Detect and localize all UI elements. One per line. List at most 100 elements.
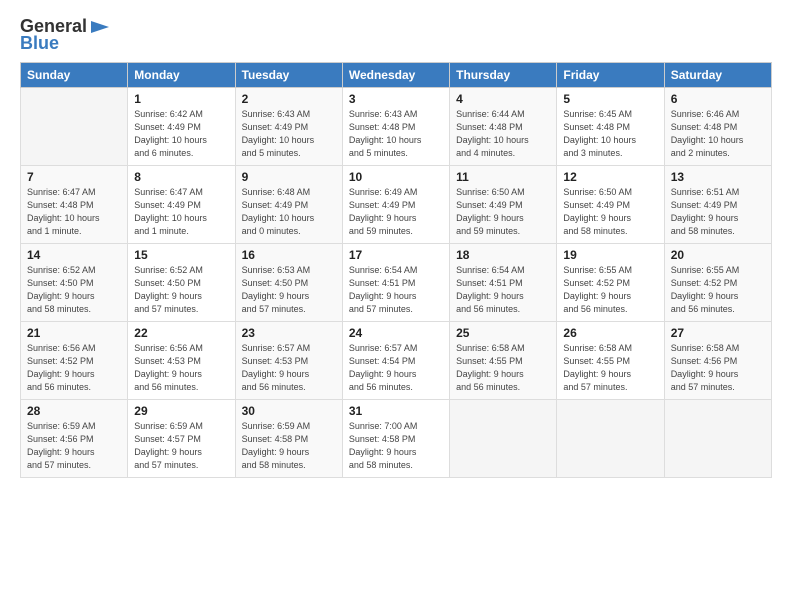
logo: General Blue [20, 16, 111, 54]
day-info: Sunrise: 6:52 AM Sunset: 4:50 PM Dayligh… [27, 264, 121, 316]
day-number: 31 [349, 404, 443, 418]
week-row-5: 28 Sunrise: 6:59 AM Sunset: 4:56 PM Dayli… [21, 400, 772, 478]
day-info: Sunrise: 6:49 AM Sunset: 4:49 PM Dayligh… [349, 186, 443, 238]
day-info: Sunrise: 6:59 AM Sunset: 4:58 PM Dayligh… [242, 420, 336, 472]
day-info: Sunrise: 6:52 AM Sunset: 4:50 PM Dayligh… [134, 264, 228, 316]
calendar-cell [21, 88, 128, 166]
day-number: 10 [349, 170, 443, 184]
calendar-cell: 16Sunrise: 6:53 AM Sunset: 4:50 PM Dayli… [235, 244, 342, 322]
week-row-4: 21Sunrise: 6:56 AM Sunset: 4:52 PM Dayli… [21, 322, 772, 400]
day-number: 28 [27, 404, 121, 418]
day-info: Sunrise: 6:58 AM Sunset: 4:55 PM Dayligh… [563, 342, 657, 394]
day-number: 26 [563, 326, 657, 340]
weekday-header-row: SundayMondayTuesdayWednesdayThursdayFrid… [21, 63, 772, 88]
day-info: Sunrise: 6:44 AM Sunset: 4:48 PM Dayligh… [456, 108, 550, 160]
day-info: Sunrise: 6:50 AM Sunset: 4:49 PM Dayligh… [456, 186, 550, 238]
day-number: 18 [456, 248, 550, 262]
calendar-cell: 27 Sunrise: 6:58 AM Sunset: 4:56 PM Dayli… [664, 322, 771, 400]
calendar-cell: 2 Sunrise: 6:43 AM Sunset: 4:49 PM Daylig… [235, 88, 342, 166]
day-info: Sunrise: 6:51 AM Sunset: 4:49 PM Dayligh… [671, 186, 765, 238]
day-number: 2 [242, 92, 336, 106]
calendar-cell: 19Sunrise: 6:55 AM Sunset: 4:52 PM Dayli… [557, 244, 664, 322]
day-info: Sunrise: 6:59 AM Sunset: 4:57 PM Dayligh… [134, 420, 228, 472]
day-info: Sunrise: 6:57 AM Sunset: 4:54 PM Dayligh… [349, 342, 443, 394]
calendar-cell: 31 Sunrise: 7:00 AM Sunset: 4:58 PM Dayli… [342, 400, 449, 478]
day-number: 7 [27, 170, 121, 184]
day-info: Sunrise: 6:57 AM Sunset: 4:53 PM Dayligh… [242, 342, 336, 394]
calendar-cell: 29 Sunrise: 6:59 AM Sunset: 4:57 PM Dayli… [128, 400, 235, 478]
page-header: General Blue [20, 16, 772, 54]
day-number: 22 [134, 326, 228, 340]
calendar-cell: 12 Sunrise: 6:50 AM Sunset: 4:49 PM Dayli… [557, 166, 664, 244]
week-row-1: 1 Sunrise: 6:42 AM Sunset: 4:49 PM Daylig… [21, 88, 772, 166]
weekday-saturday: Saturday [664, 63, 771, 88]
day-info: Sunrise: 6:55 AM Sunset: 4:52 PM Dayligh… [671, 264, 765, 316]
day-number: 8 [134, 170, 228, 184]
day-info: Sunrise: 6:43 AM Sunset: 4:48 PM Dayligh… [349, 108, 443, 160]
calendar-cell: 15 Sunrise: 6:52 AM Sunset: 4:50 PM Dayli… [128, 244, 235, 322]
day-number: 17 [349, 248, 443, 262]
day-number: 20 [671, 248, 765, 262]
week-row-3: 14 Sunrise: 6:52 AM Sunset: 4:50 PM Dayli… [21, 244, 772, 322]
day-number: 25 [456, 326, 550, 340]
day-number: 3 [349, 92, 443, 106]
day-number: 12 [563, 170, 657, 184]
day-number: 21 [27, 326, 121, 340]
calendar-cell: 18Sunrise: 6:54 AM Sunset: 4:51 PM Dayli… [450, 244, 557, 322]
calendar-cell: 9Sunrise: 6:48 AM Sunset: 4:49 PM Daylig… [235, 166, 342, 244]
weekday-thursday: Thursday [450, 63, 557, 88]
day-number: 23 [242, 326, 336, 340]
calendar-cell: 22Sunrise: 6:56 AM Sunset: 4:53 PM Dayli… [128, 322, 235, 400]
day-info: Sunrise: 6:48 AM Sunset: 4:49 PM Dayligh… [242, 186, 336, 238]
calendar-cell: 7Sunrise: 6:47 AM Sunset: 4:48 PM Daylig… [21, 166, 128, 244]
day-number: 24 [349, 326, 443, 340]
calendar-body: 1 Sunrise: 6:42 AM Sunset: 4:49 PM Daylig… [21, 88, 772, 478]
calendar-table: SundayMondayTuesdayWednesdayThursdayFrid… [20, 62, 772, 478]
day-number: 5 [563, 92, 657, 106]
day-info: Sunrise: 6:54 AM Sunset: 4:51 PM Dayligh… [349, 264, 443, 316]
calendar-cell: 3 Sunrise: 6:43 AM Sunset: 4:48 PM Daylig… [342, 88, 449, 166]
day-info: Sunrise: 6:43 AM Sunset: 4:49 PM Dayligh… [242, 108, 336, 160]
calendar-cell: 1 Sunrise: 6:42 AM Sunset: 4:49 PM Daylig… [128, 88, 235, 166]
day-number: 1 [134, 92, 228, 106]
day-info: Sunrise: 6:58 AM Sunset: 4:56 PM Dayligh… [671, 342, 765, 394]
day-info: Sunrise: 7:00 AM Sunset: 4:58 PM Dayligh… [349, 420, 443, 472]
day-number: 29 [134, 404, 228, 418]
calendar-cell: 14 Sunrise: 6:52 AM Sunset: 4:50 PM Dayli… [21, 244, 128, 322]
weekday-wednesday: Wednesday [342, 63, 449, 88]
calendar-cell: 23 Sunrise: 6:57 AM Sunset: 4:53 PM Dayli… [235, 322, 342, 400]
week-row-2: 7Sunrise: 6:47 AM Sunset: 4:48 PM Daylig… [21, 166, 772, 244]
calendar-cell: 28 Sunrise: 6:59 AM Sunset: 4:56 PM Dayli… [21, 400, 128, 478]
day-number: 30 [242, 404, 336, 418]
day-info: Sunrise: 6:59 AM Sunset: 4:56 PM Dayligh… [27, 420, 121, 472]
calendar-cell: 30 Sunrise: 6:59 AM Sunset: 4:58 PM Dayli… [235, 400, 342, 478]
logo-flag-icon [89, 19, 111, 35]
calendar-cell: 10 Sunrise: 6:49 AM Sunset: 4:49 PM Dayli… [342, 166, 449, 244]
logo-blue: Blue [20, 33, 59, 54]
day-number: 15 [134, 248, 228, 262]
day-number: 4 [456, 92, 550, 106]
day-number: 19 [563, 248, 657, 262]
day-info: Sunrise: 6:50 AM Sunset: 4:49 PM Dayligh… [563, 186, 657, 238]
day-info: Sunrise: 6:46 AM Sunset: 4:48 PM Dayligh… [671, 108, 765, 160]
weekday-monday: Monday [128, 63, 235, 88]
calendar-cell: 25Sunrise: 6:58 AM Sunset: 4:55 PM Dayli… [450, 322, 557, 400]
calendar-cell: 8Sunrise: 6:47 AM Sunset: 4:49 PM Daylig… [128, 166, 235, 244]
calendar-cell [450, 400, 557, 478]
weekday-friday: Friday [557, 63, 664, 88]
weekday-sunday: Sunday [21, 63, 128, 88]
day-number: 27 [671, 326, 765, 340]
calendar-cell: 5 Sunrise: 6:45 AM Sunset: 4:48 PM Daylig… [557, 88, 664, 166]
calendar-cell: 20 Sunrise: 6:55 AM Sunset: 4:52 PM Dayli… [664, 244, 771, 322]
day-number: 6 [671, 92, 765, 106]
calendar-cell [664, 400, 771, 478]
day-number: 14 [27, 248, 121, 262]
day-info: Sunrise: 6:45 AM Sunset: 4:48 PM Dayligh… [563, 108, 657, 160]
calendar-cell: 4 Sunrise: 6:44 AM Sunset: 4:48 PM Daylig… [450, 88, 557, 166]
day-number: 16 [242, 248, 336, 262]
calendar-cell: 6 Sunrise: 6:46 AM Sunset: 4:48 PM Daylig… [664, 88, 771, 166]
calendar-cell: 13Sunrise: 6:51 AM Sunset: 4:49 PM Dayli… [664, 166, 771, 244]
weekday-tuesday: Tuesday [235, 63, 342, 88]
calendar-cell: 26 Sunrise: 6:58 AM Sunset: 4:55 PM Dayli… [557, 322, 664, 400]
day-info: Sunrise: 6:42 AM Sunset: 4:49 PM Dayligh… [134, 108, 228, 160]
